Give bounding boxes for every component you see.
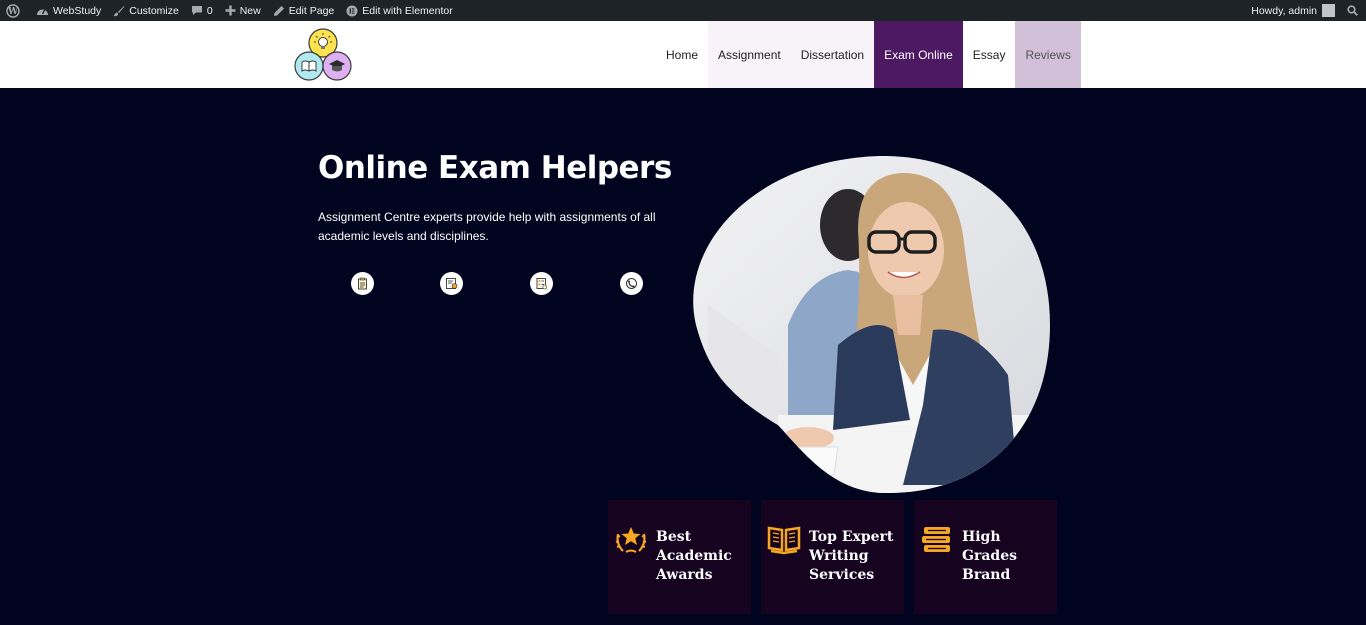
nav-item-essay[interactable]: Essay: [963, 21, 1016, 88]
nav-item-home[interactable]: Home: [656, 21, 708, 88]
feature-card-awards: Best Academic Awards: [608, 500, 751, 614]
award-star-icon: [615, 527, 647, 553]
feature-card-grades: High Grades Brand: [914, 500, 1057, 614]
comment-icon: [191, 5, 203, 16]
support-icon[interactable]: [620, 272, 643, 295]
open-book-icon: [767, 526, 801, 555]
my-account-link[interactable]: Howdy, admin: [1245, 0, 1341, 21]
new-label: New: [239, 4, 261, 17]
checklist-icon[interactable]: [530, 272, 553, 295]
howdy-label: Howdy, admin: [1251, 4, 1317, 17]
feature-card-label: Best Academic Awards: [656, 529, 732, 583]
brush-icon: [113, 5, 125, 17]
main-nav: Home Assignment Dissertation Exam Online…: [656, 21, 1081, 88]
avatar: [1322, 4, 1335, 17]
comments-count: 0: [206, 4, 213, 17]
admin-bar-right: Howdy, admin: [1245, 0, 1366, 21]
search-icon: [1347, 5, 1358, 16]
nav-item-assignment[interactable]: Assignment: [708, 21, 791, 88]
edit-elementor-link[interactable]: Edit with Elementor: [340, 0, 458, 21]
elementor-icon: [346, 5, 358, 17]
clipboard-icon[interactable]: [351, 272, 374, 295]
nav-item-dissertation[interactable]: Dissertation: [790, 21, 875, 88]
document-badge-icon[interactable]: [440, 272, 463, 295]
site-header: Home Assignment Dissertation Exam Online…: [0, 21, 1366, 88]
svg-text:W: W: [7, 7, 19, 17]
site-logo[interactable]: [293, 27, 353, 83]
pencil-icon: [273, 5, 285, 17]
site-name-link[interactable]: WebStudy: [30, 0, 107, 21]
edit-elementor-label: Edit with Elementor: [362, 4, 453, 17]
wordpress-logo-button[interactable]: W: [0, 0, 30, 21]
dashboard-icon: [36, 5, 49, 16]
feature-card-label: High Grades Brand: [962, 529, 1017, 583]
edit-page-link[interactable]: Edit Page: [267, 0, 341, 21]
nav-item-exam-online[interactable]: Exam Online: [874, 21, 963, 88]
feature-card-writing: Top Expert Writing Services: [761, 500, 904, 614]
hero-description: Assignment Centre experts provide help w…: [318, 210, 656, 243]
nav-item-reviews[interactable]: Reviews: [1015, 21, 1081, 88]
new-content-link[interactable]: New: [219, 0, 267, 21]
edit-page-label: Edit Page: [288, 4, 335, 17]
wordpress-icon: W: [6, 3, 20, 18]
logo-icon: [294, 28, 352, 81]
books-stack-icon: [922, 527, 950, 552]
admin-search-button[interactable]: [1341, 0, 1366, 21]
hero-photo: [693, 156, 1050, 494]
site-name-label: WebStudy: [53, 4, 102, 17]
page-title: Online Exam Helpers: [318, 150, 672, 186]
customize-link[interactable]: Customize: [107, 0, 185, 21]
customize-label: Customize: [129, 4, 179, 17]
feature-card-label: Top Expert Writing Services: [809, 529, 894, 583]
admin-bar: W WebStudy Customize 0 New Edit Page Edi…: [0, 0, 1366, 21]
plus-icon: [225, 5, 236, 16]
comments-link[interactable]: 0: [185, 0, 219, 21]
